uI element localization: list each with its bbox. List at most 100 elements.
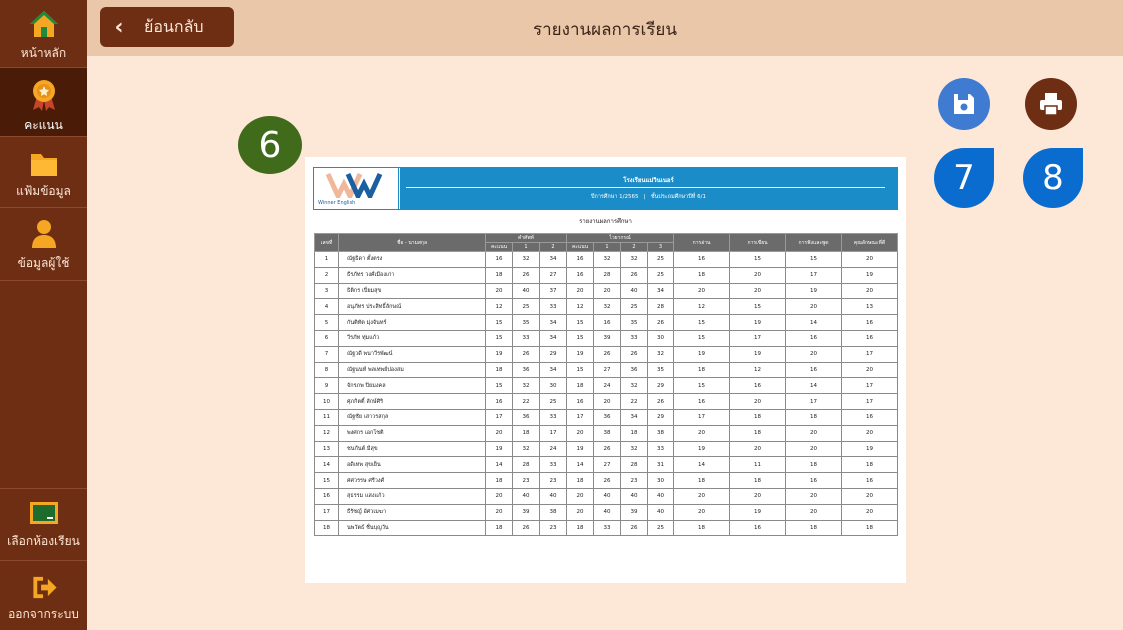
school-logo: Winner English [314,168,399,209]
table-row: 10 ศุภกิตติ์ ลักษ์ศิริ 16 22 25 16 20 22 26 16 20 1… [314,393,899,410]
divider [406,187,885,188]
table-cell: 17 [314,503,339,521]
table-cell: พงศกร เอกโชติ [338,424,486,442]
logo-text: Winner English [318,200,356,206]
table-cell: 30 [646,472,675,489]
table-cell: 20 [485,487,513,505]
column-header: คะแนน [566,242,594,252]
table-cell: 15 [566,329,594,347]
table-cell: 38 [646,424,675,442]
table-cell: 15 [314,472,339,489]
table-row: 17 ธีรัชญ์ อัศวเมฆา 20 39 38 20 40 39 40 20 19 20 20 [314,503,899,521]
table-row: 5 กันติทัต มุ่งจันทร์ 15 35 34 15 16 35 26 15 19 14… [314,314,899,331]
table-cell: 26 [512,519,540,537]
user-icon [31,220,56,248]
table-cell: 26 [512,345,540,363]
table-cell: 34 [539,314,567,331]
table-cell: 20 [785,487,843,505]
table-cell: 18 [566,377,594,395]
table-cell: 15 [566,314,594,331]
table-cell: 18 [512,424,540,442]
sidebar-item-profile[interactable]: ข้อมูลผู้ใช้ [0,218,87,276]
callout-marker: 6 [238,116,302,174]
table-cell: 34 [539,361,567,379]
table-cell: 4 [314,298,339,316]
table-cell: 14 [566,456,594,474]
table-cell: จักรภพ ปิยมงคล [338,377,486,395]
table-body: 1 ณัฐธิดา ตั้งตรง 16 32 34 16 32 32 25 16 15 15 20 2 ธ… [314,251,899,537]
table-cell: 23 [620,472,648,489]
sidebar-item-label: แฟ้มข้อมูล [16,184,71,198]
sidebar: หน้าหลัก คะแนน แฟ้มข้อมูล ข้อมูลผู้ใช้ เ… [0,0,87,630]
table-cell: 34 [539,329,567,347]
table-cell: 36 [593,408,621,426]
table-cell: 17 [673,408,731,426]
table-cell: 18 [785,519,843,537]
table-cell: 20 [841,424,899,442]
table-row: 4 อนุภัทร ประสิทธิ์ลักษณ์ 12 25 33 12 32 25 28 12… [314,298,899,316]
table-cell: 32 [512,440,540,458]
table-cell: 14 [485,456,513,474]
table-cell: 16 [785,472,843,489]
table-row: 1 ณัฐธิดา ตั้งตรง 16 32 34 16 32 32 25 16 15 15 20 [314,251,899,268]
table-cell: 32 [593,251,621,268]
table-cell: 40 [620,487,648,505]
table-cell: 16 [785,329,843,347]
table-cell: 7 [314,345,339,363]
column-group-header: ไวยากรณ์ [565,233,675,243]
table-cell: 18 [673,266,731,284]
table-cell: 37 [539,282,567,300]
table-cell: 19 [673,440,731,458]
callout-number: 8 [1042,158,1064,198]
table-cell: 40 [512,282,540,300]
divider [0,136,87,137]
sidebar-item-select-classroom[interactable]: เลือกห้องเรียน [0,500,87,552]
table-cell: 36 [512,408,540,426]
table-cell: 17 [785,393,843,410]
table-cell: 26 [646,314,675,331]
sidebar-item-label: เลือกห้องเรียน [7,534,80,548]
table-cell: 22 [512,393,540,410]
floppy-disk-icon [954,94,974,114]
table-cell: 16 [841,329,899,347]
table-cell: 25 [646,251,675,268]
table-cell: 35 [646,361,675,379]
table-cell: 39 [512,503,540,521]
table-cell: 15 [673,314,731,331]
save-button[interactable] [938,78,990,130]
table-cell: 15 [785,251,843,268]
sidebar-item-scores[interactable]: คะแนน [0,68,87,136]
table-cell: 20 [729,282,787,300]
divider [0,207,87,208]
table-cell: 19 [785,282,843,300]
table-cell: 20 [593,393,621,410]
table-cell: 25 [512,298,540,316]
table-cell: 13 [841,298,899,316]
table-cell: 16 [566,251,594,268]
table-cell: ณัฐวดี พนาวีรพัฒน์ [338,345,486,363]
table-cell: 20 [566,282,594,300]
sidebar-item-logout[interactable]: ออกจากระบบ [0,574,87,624]
table-cell: 23 [512,472,540,489]
table-cell: 20 [729,393,787,410]
sidebar-item-home[interactable]: หน้าหลัก [0,8,87,64]
table-cell: 10 [314,393,339,410]
table-cell: 11 [729,456,787,474]
table-cell: 16 [785,361,843,379]
report-preview: Winner English โรงเรียนแม่วินเนอร์ ปีการ… [305,157,906,583]
table-cell: 32 [512,377,540,395]
classroom-board-icon [29,502,58,524]
table-cell: 16 [841,472,899,489]
sidebar-item-files[interactable]: แฟ้มข้อมูล [0,150,87,206]
table-cell: 15 [729,298,787,316]
table-cell: 19 [673,345,731,363]
table-cell: 18 [785,408,843,426]
table-cell: 34 [620,408,648,426]
printer-icon [1040,93,1062,116]
table-cell: 20 [785,440,843,458]
table-cell: 12 [566,298,594,316]
table-cell: 24 [593,377,621,395]
print-button[interactable] [1025,78,1077,130]
table-cell: 17 [729,329,787,347]
table-cell: 17 [485,408,513,426]
